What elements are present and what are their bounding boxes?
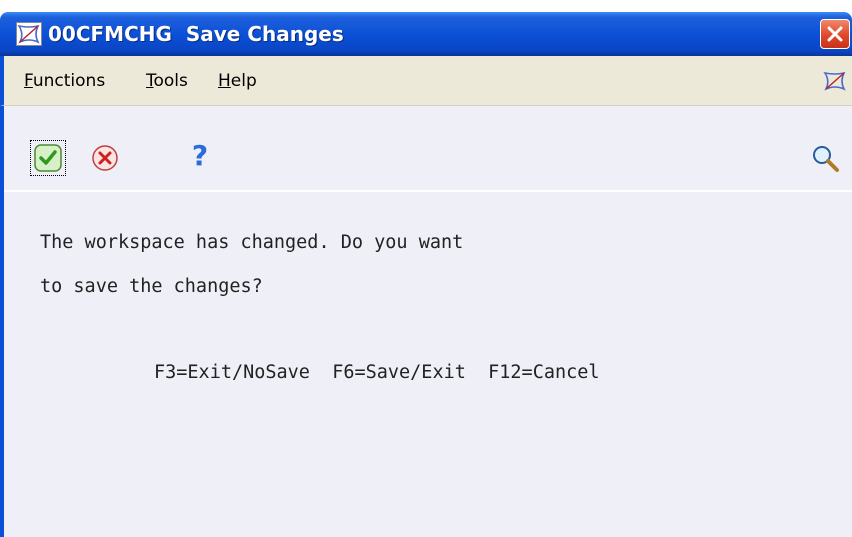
close-icon: [827, 26, 843, 42]
jde-logo-icon: [822, 69, 848, 93]
menu-help[interactable]: Help: [218, 56, 257, 106]
checkmark-icon: [34, 144, 62, 172]
menu-bar: Functions Tools Help: [0, 56, 852, 106]
menu-tools-mnemonic: T: [146, 71, 154, 91]
magnifier-icon: [813, 146, 839, 172]
message-line-1: The workspace has changed. Do you want: [40, 232, 464, 253]
cancel-button[interactable]: [90, 143, 120, 173]
toolbar: ?: [4, 106, 852, 190]
window-title: 00CFMCHG Save Changes: [48, 12, 344, 56]
function-keys-line: F3=Exit/NoSave F6=Save/Exit F12=Cancel: [154, 362, 600, 383]
message-line-2: to save the changes?: [40, 276, 263, 297]
toolbar-divider: [4, 190, 852, 192]
menu-tools[interactable]: Tools: [146, 56, 188, 106]
help-button[interactable]: ?: [188, 138, 212, 174]
dialog-window: 00CFMCHG Save Changes Functions Tools He…: [0, 0, 852, 537]
title-bar[interactable]: 00CFMCHG Save Changes: [0, 12, 852, 56]
close-button[interactable]: [820, 19, 850, 49]
search-button[interactable]: [810, 143, 840, 173]
program-id: 00CFMCHG: [48, 22, 172, 46]
screen-title: Save Changes: [185, 22, 344, 46]
jde-logo-icon[interactable]: [16, 22, 42, 46]
menu-functions[interactable]: Functions: [24, 56, 105, 106]
cancel-icon: [92, 145, 118, 171]
menu-functions-mnemonic: F: [24, 71, 33, 91]
menu-help-mnemonic: H: [218, 71, 231, 91]
ok-button[interactable]: [30, 140, 66, 176]
dialog-content: ? The workspace has changed. Do you want…: [0, 106, 852, 537]
